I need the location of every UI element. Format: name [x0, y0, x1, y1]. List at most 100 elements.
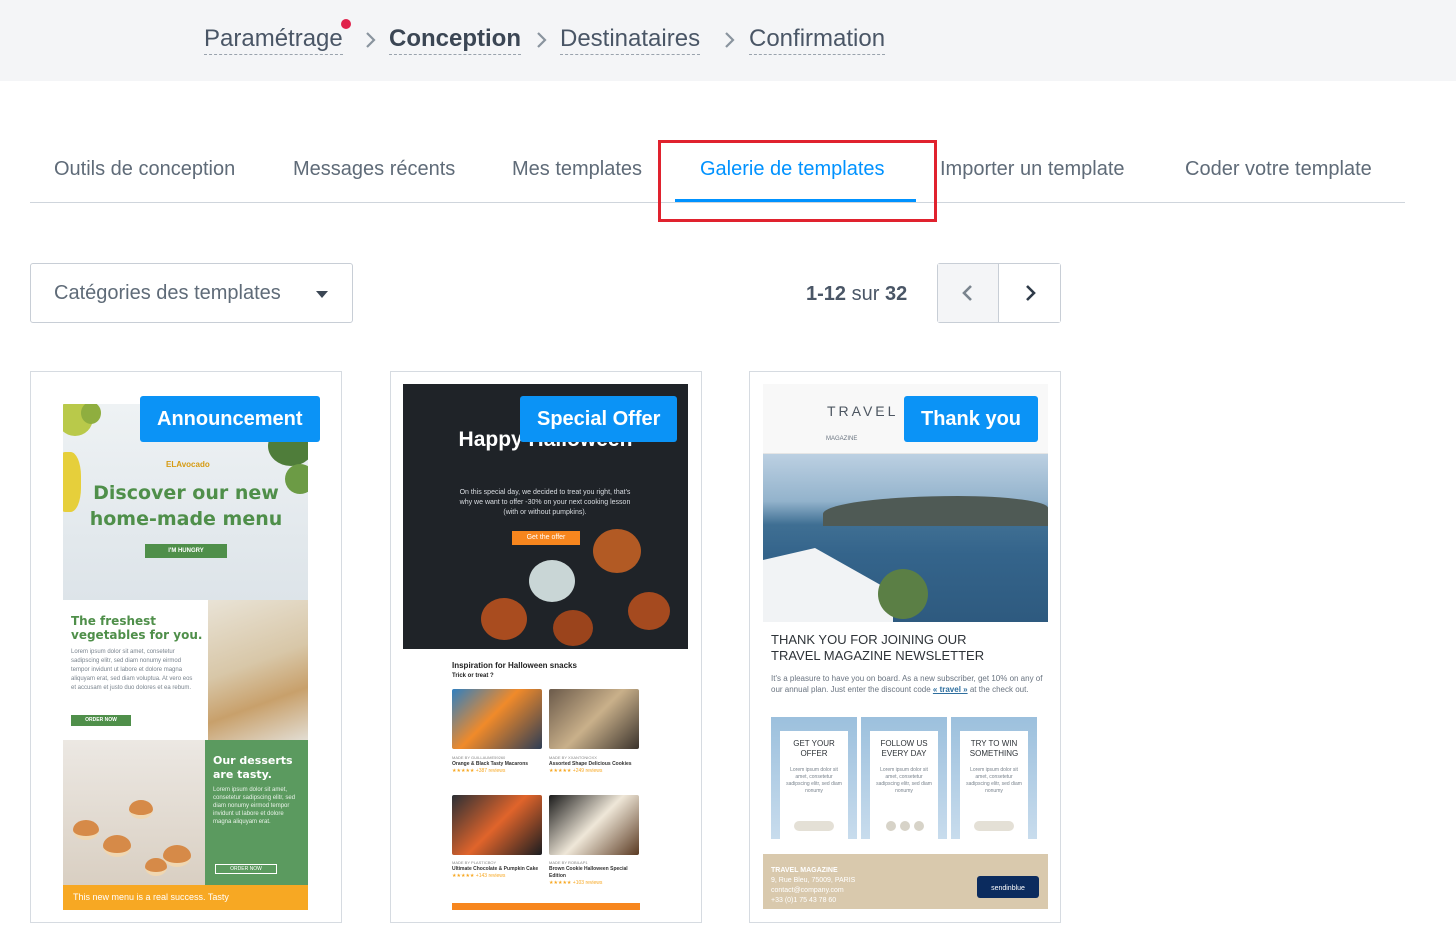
- recipe-rating: ★★★★★ +387 reviews: [452, 768, 506, 774]
- thumbnail-heading: THANK YOU FOR JOINING OUR TRAVEL MAGAZIN…: [771, 632, 1041, 664]
- thumbnail-title: Discover our new home-made menu: [89, 482, 283, 530]
- recipe-caption: MADE BY GUILLAUME59260 Orange & Black Ta…: [452, 754, 544, 775]
- recipe-image: [452, 689, 542, 749]
- thumbnail-text: Lorem ipsum dolor sit amet, consetetur s…: [213, 787, 296, 825]
- recipe-image: [452, 795, 542, 855]
- thumbnail-section: Inspiration for Halloween snacks Trick o…: [403, 649, 688, 910]
- box-title: TRY TO WIN SOMETHING: [969, 739, 1019, 758]
- thumbnail-box: TRY TO WIN SOMETHING Lorem ipsum dolor s…: [951, 717, 1037, 839]
- notification-dot: [340, 19, 351, 29]
- thumbnail-subheading: Trick or treat ?: [452, 673, 494, 679]
- thumbnail-section: The freshest vegetables for you. Lorem i…: [63, 600, 308, 740]
- design-tabs: Outils de conception Messages récents Me…: [30, 140, 1405, 203]
- footer-text: TRAVEL MAGAZINE 9, Rue Bleu, 75009, PARI…: [771, 866, 855, 906]
- social-icon: [886, 821, 896, 831]
- pumpkin-shape: [553, 610, 593, 646]
- box-text: Lorem ipsum dolor sit amet, consetetur s…: [876, 767, 932, 794]
- recipe-name: Ultimate Chocolate & Pumpkin Cake: [452, 866, 539, 872]
- step-label: Paramétrage: [204, 25, 343, 52]
- recipe-image: [549, 795, 639, 855]
- recipe-rating: ★★★★★ +249 reviews: [549, 768, 603, 774]
- desserts-image: [63, 740, 205, 885]
- step-confirmation[interactable]: Confirmation: [749, 25, 886, 55]
- box-title: FOLLOW US EVERY DAY: [880, 739, 928, 758]
- pumpkin-shape: [529, 560, 575, 602]
- social-icons: [886, 821, 926, 831]
- vegetable-image: [63, 452, 81, 512]
- social-icon: [900, 821, 910, 831]
- template-card-special-offer[interactable]: Happy Halloween On this special day, we …: [390, 371, 702, 923]
- footer-address: 9, Rue Bleu, 75009, PARIS: [771, 877, 856, 884]
- recipe-image: [549, 689, 639, 749]
- next-page-button[interactable]: [999, 264, 1060, 322]
- chevron-left-icon: [962, 285, 972, 301]
- recipe-caption: MADE BY PLASTICBOY Ultimate Chocolate & …: [452, 859, 544, 880]
- pumpkin-shape: [481, 598, 527, 640]
- macaron-shape: [163, 845, 191, 867]
- box-title: GET YOUR OFFER: [793, 739, 835, 758]
- step-parametrage[interactable]: Paramétrage: [204, 19, 351, 55]
- caret-down-icon: [316, 291, 328, 298]
- pumpkin-shape: [593, 529, 641, 573]
- thumbnail-button: Get the offer: [512, 531, 580, 545]
- thumbnail-footer: This new menu is a real success. Tasty: [63, 885, 308, 910]
- template-thumbnail: Happy Halloween On this special day, we …: [403, 384, 688, 910]
- tab-coder-votre-template[interactable]: Coder votre template: [1185, 158, 1372, 181]
- thumbnail-heading-text: THANK YOU FOR JOINING OUR TRAVEL MAGAZIN…: [771, 632, 985, 663]
- pagination-range: 1-12: [806, 283, 847, 305]
- thumbnail-text: Lorem ipsum dolor sit amet, consetetur s…: [71, 649, 193, 691]
- thumbnail-box: FOLLOW US EVERY DAY Lorem ipsum dolor si…: [861, 717, 947, 839]
- thumbnail-footer: TRAVEL MAGAZINE 9, Rue Bleu, 75009, PARI…: [763, 854, 1048, 909]
- active-tab-indicator: [675, 199, 916, 202]
- thumbnail-button: ORDER NOW: [215, 864, 277, 874]
- category-select-value: Catégories des templates: [54, 282, 281, 304]
- macaron-shape: [129, 800, 153, 819]
- santorini-image: [763, 454, 1048, 622]
- recipe-rating: ★★★★★ +143 reviews: [452, 873, 506, 879]
- previous-page-button[interactable]: [938, 264, 999, 322]
- box-text: Lorem ipsum dolor sit amet, consetetur s…: [966, 767, 1022, 794]
- template-thumbnail: ELAvocado Discover our new home-made men…: [63, 404, 308, 910]
- recipe-caption: MADE BY XXANTONIOXX Assorted Shape Delic…: [549, 754, 641, 775]
- chevron-right-icon: [725, 32, 735, 48]
- thumbnail-box: GET YOUR OFFER Lorem ipsum dolor sit ame…: [771, 717, 857, 839]
- campaign-stepper: Paramétrage Conception Destinataires Con…: [0, 0, 1456, 81]
- tab-importer-un-template[interactable]: Importer un template: [940, 158, 1125, 181]
- tab-mes-templates[interactable]: Mes templates: [512, 158, 642, 181]
- tab-galerie-de-templates[interactable]: Galerie de templates: [700, 158, 885, 181]
- template-badge: Thank you: [904, 396, 1039, 442]
- pagination-total: 32: [884, 283, 908, 305]
- macaron-shape: [145, 858, 167, 876]
- step-destinataires[interactable]: Destinataires: [560, 25, 701, 55]
- recipe-rating: ★★★★★ +103 reviews: [549, 880, 603, 886]
- thumbnail-discount-code: « travel »: [932, 685, 968, 694]
- tab-messages-recents[interactable]: Messages récents: [293, 158, 455, 181]
- step-conception[interactable]: Conception: [389, 25, 521, 55]
- thumbnail-button: ORDER NOW: [71, 715, 131, 726]
- footer-name: TRAVEL MAGAZINE: [771, 867, 838, 874]
- thumbnail-heading: Inspiration for Halloween snacks: [452, 661, 577, 670]
- macaron-shape: [103, 835, 131, 857]
- template-category-select[interactable]: Catégories des templates: [30, 263, 353, 323]
- tab-outils-de-conception[interactable]: Outils de conception: [54, 158, 235, 181]
- thumbnail-nav: MAGAZINE: [826, 436, 858, 442]
- thumbnail-heading: The freshest vegetables for you.: [71, 614, 203, 642]
- template-card-announcement[interactable]: ELAvocado Discover our new home-made men…: [30, 371, 342, 923]
- macaron-shape: [73, 820, 99, 840]
- pumpkin-shape: [628, 592, 670, 630]
- template-thumbnail: TRAVEL M MAGAZINE THANK YOU FOR JOINING …: [763, 384, 1048, 910]
- thumbnail-section: Our desserts are tasty. Lorem ipsum dolo…: [63, 740, 308, 885]
- box-button: [974, 821, 1014, 831]
- thumbnail-green-panel: Our desserts are tasty. Lorem ipsum dolo…: [205, 740, 308, 885]
- footer-email: contact@company.com: [771, 887, 844, 894]
- template-badge: Special Offer: [520, 396, 678, 442]
- box-text: Lorem ipsum dolor sit amet, consetetur s…: [786, 767, 842, 794]
- thumbnail-heading: Our desserts are tasty.: [213, 754, 293, 781]
- carrots-image: [208, 600, 308, 740]
- vegetable-image: [81, 404, 101, 424]
- thumbnail-text: It's a pleasure to have you on board. As…: [771, 673, 1043, 695]
- recipe-name: Orange & Black Tasty Macarons: [452, 761, 529, 767]
- chevron-right-icon: [537, 32, 547, 48]
- box-button: [794, 821, 834, 831]
- template-card-thank-you[interactable]: TRAVEL M MAGAZINE THANK YOU FOR JOINING …: [749, 371, 1061, 923]
